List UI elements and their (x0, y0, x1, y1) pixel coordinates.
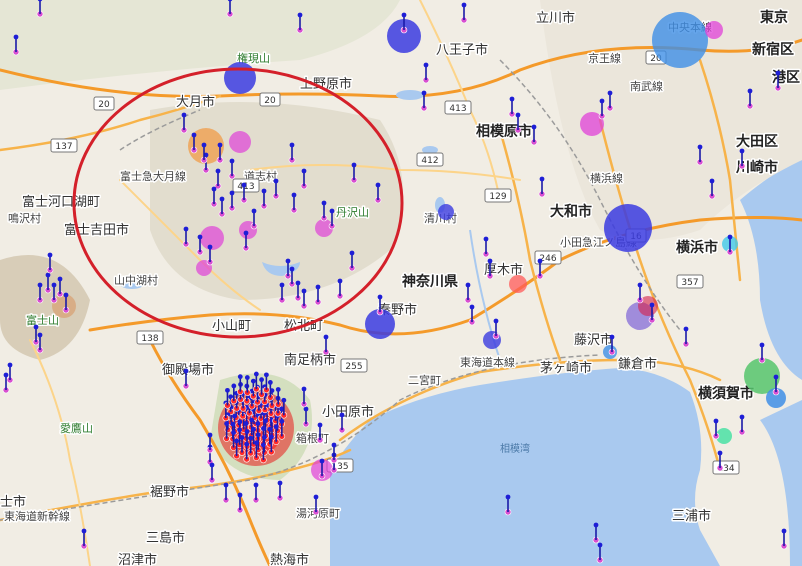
highlight-overlay (72, 67, 404, 339)
map-canvas[interactable]: 中央本線東京新宿区港区立川市八王子市京王線南武線権現山上野原市大月市相模原市大田… (0, 0, 802, 566)
highlight-circle (72, 67, 404, 339)
